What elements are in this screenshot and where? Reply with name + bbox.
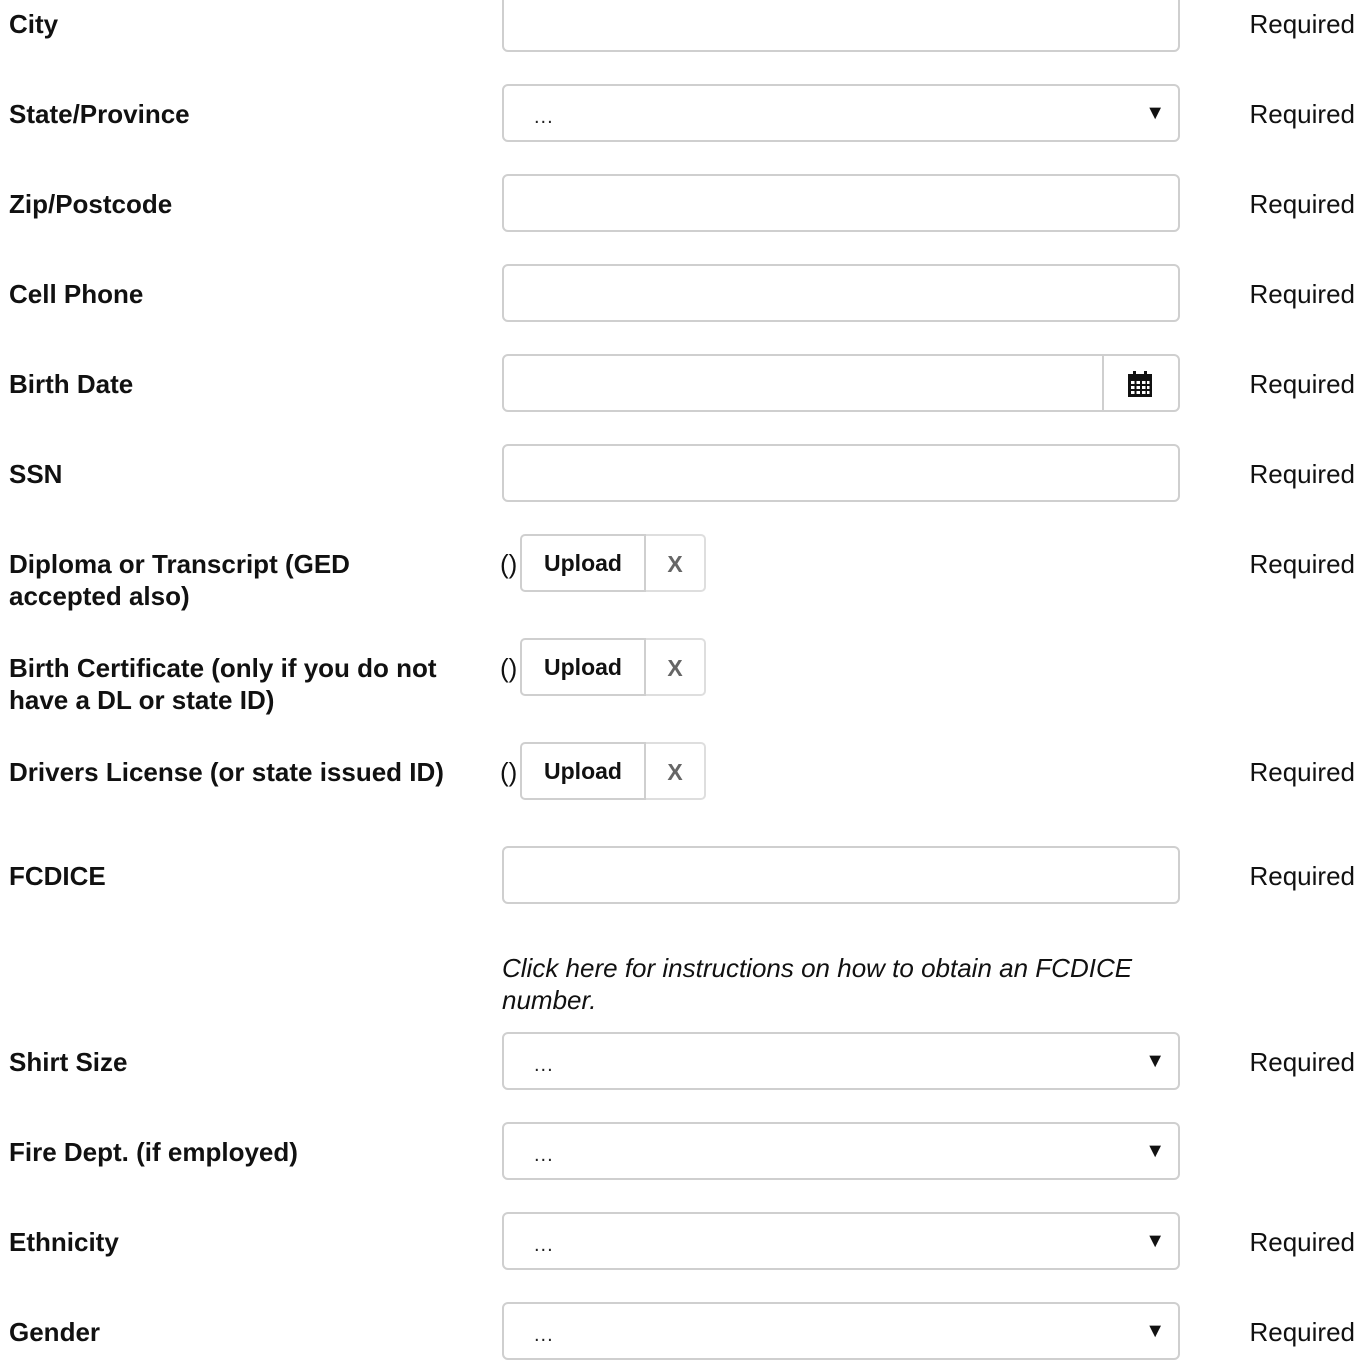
- cell-phone-input[interactable]: [502, 264, 1180, 322]
- drivers-license-clear-button[interactable]: X: [646, 742, 706, 800]
- city-label: City: [9, 9, 59, 39]
- zip-label: Zip/Postcode: [9, 189, 173, 219]
- birth-certificate-label: Birth Certificate (only if you do not ha…: [9, 653, 437, 715]
- ssn-label: SSN: [9, 459, 63, 489]
- required-indicator: Required: [1249, 549, 1355, 579]
- gender-select[interactable]: ... ▼: [502, 1302, 1180, 1360]
- chevron-down-icon: ▼: [1145, 1050, 1165, 1072]
- chevron-down-icon: ▼: [1145, 102, 1165, 124]
- state-select[interactable]: ... ▼: [502, 84, 1180, 142]
- fcdice-label: FCDICE: [9, 861, 106, 891]
- state-label: State/Province: [9, 99, 190, 129]
- file-name-display: (): [500, 653, 518, 683]
- drivers-license-label: Drivers License (or state issued ID): [9, 757, 444, 787]
- file-name-display: (): [500, 757, 518, 787]
- fcdice-input[interactable]: [502, 846, 1180, 904]
- birth-date-label: Birth Date: [9, 369, 134, 399]
- required-indicator: Required: [1249, 1047, 1355, 1077]
- chevron-down-icon: ▼: [1145, 1230, 1165, 1252]
- birth-date-input[interactable]: [502, 354, 1180, 412]
- calendar-icon: [1128, 371, 1152, 397]
- fire-dept-label: Fire Dept. (if employed): [9, 1137, 298, 1167]
- city-input[interactable]: [502, 0, 1180, 52]
- fcdice-instructions-link[interactable]: Click here for instructions on how to ob…: [502, 952, 1192, 1016]
- file-name-display: (): [500, 549, 518, 579]
- date-picker-button[interactable]: [1102, 356, 1178, 410]
- required-indicator: Required: [1249, 861, 1355, 891]
- cell-phone-label: Cell Phone: [9, 279, 144, 309]
- required-indicator: Required: [1249, 189, 1355, 219]
- fire-dept-select-value: ...: [534, 1144, 554, 1166]
- required-indicator: Required: [1249, 757, 1355, 787]
- ethnicity-label: Ethnicity: [9, 1227, 119, 1257]
- required-indicator: Required: [1249, 279, 1355, 309]
- gender-select-value: ...: [534, 1324, 554, 1346]
- drivers-license-upload-button[interactable]: Upload: [520, 742, 646, 800]
- birth-certificate-clear-button[interactable]: X: [646, 638, 706, 696]
- required-indicator: Required: [1249, 1227, 1355, 1257]
- ssn-input[interactable]: [502, 444, 1180, 502]
- ethnicity-select-value: ...: [534, 1234, 554, 1256]
- shirt-size-label: Shirt Size: [9, 1047, 128, 1077]
- required-indicator: Required: [1249, 99, 1355, 129]
- diploma-label: Diploma or Transcript (GED accepted also…: [9, 549, 350, 611]
- shirt-size-select-value: ...: [534, 1054, 554, 1076]
- zip-input[interactable]: [502, 174, 1180, 232]
- shirt-size-select[interactable]: ... ▼: [502, 1032, 1180, 1090]
- fire-dept-select[interactable]: ... ▼: [502, 1122, 1180, 1180]
- diploma-upload-button[interactable]: Upload: [520, 534, 646, 592]
- state-select-value: ...: [534, 106, 554, 128]
- birth-certificate-upload-button[interactable]: Upload: [520, 638, 646, 696]
- required-indicator: Required: [1249, 369, 1355, 399]
- chevron-down-icon: ▼: [1145, 1140, 1165, 1162]
- required-indicator: Required: [1249, 459, 1355, 489]
- required-indicator: Required: [1249, 1317, 1355, 1347]
- ethnicity-select[interactable]: ... ▼: [502, 1212, 1180, 1270]
- diploma-clear-button[interactable]: X: [646, 534, 706, 592]
- required-indicator: Required: [1249, 9, 1355, 39]
- gender-label: Gender: [9, 1317, 101, 1347]
- chevron-down-icon: ▼: [1145, 1320, 1165, 1342]
